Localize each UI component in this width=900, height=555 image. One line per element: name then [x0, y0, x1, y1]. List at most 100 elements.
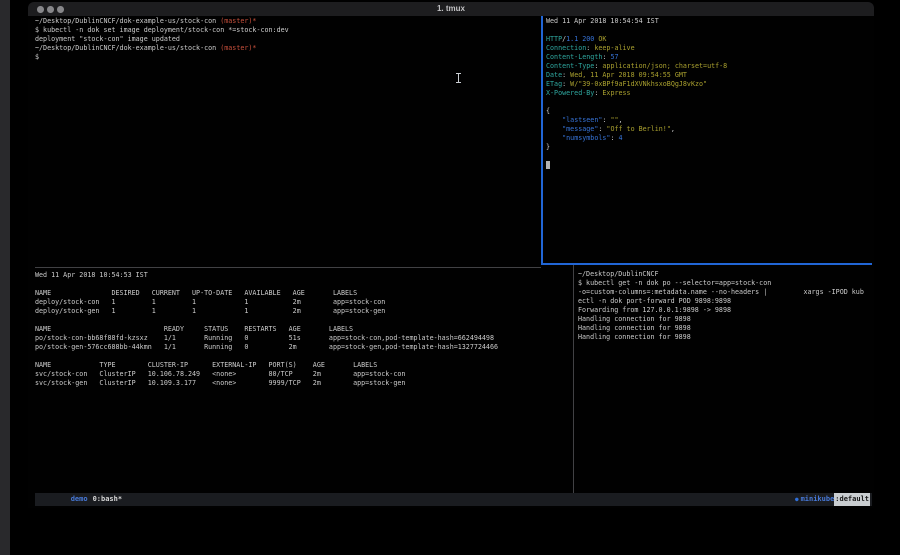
terminal-line: -o=custom-columns=:metadata.name --no-he…: [578, 288, 872, 297]
terminal-line: "message": "Off to Berlin!",: [546, 125, 872, 134]
terminal-line: Wed 11 Apr 2018 10:54:54 IST: [546, 17, 872, 26]
terminal-text: ectl -n dok port-forward POD 9898:9898: [578, 297, 731, 305]
terminal-text: Handling connection for 9898: [578, 333, 691, 341]
terminal-line: ectl -n dok port-forward POD 9898:9898: [578, 297, 872, 306]
terminal-line: $ kubectl -n dok set image deployment/st…: [35, 26, 541, 35]
terminal-text: po/stock-gen-576cc688bb-44kmn 1/1 Runnin…: [35, 343, 498, 351]
status-right: ● minikube :default: [795, 493, 872, 506]
pane-bottom-left-kubectl-watch[interactable]: Wed 11 Apr 2018 10:54:53 IST NAME DESIRED…: [35, 271, 573, 491]
terminal-line: deployment "stock-con" image updated: [35, 35, 541, 44]
terminal-text: -o=custom-columns=:metadata.name --no-he…: [578, 288, 864, 296]
screen: 1. tmux ~/Desktop/DublinCNCF/dok-example…: [0, 0, 900, 555]
terminal-text: keep-alive: [594, 44, 634, 52]
block-cursor: [546, 161, 550, 169]
terminal-line: svc/stock-gen ClusterIP 10.109.3.177 <no…: [35, 379, 573, 388]
terminal-line: NAME DESIRED CURRENT UP-TO-DATE AVAILABL…: [35, 289, 573, 298]
terminal-text: Wed 11 Apr 2018 10:54:53 IST: [35, 271, 148, 279]
terminal-line: {: [546, 107, 872, 116]
window-titlebar[interactable]: 1. tmux: [28, 2, 874, 16]
terminal-line: HTTP/1.1 200 OK: [546, 35, 872, 44]
terminal-text: Content-Length: [546, 53, 602, 61]
terminal-text: Wed 11 Apr 2018 10:54:54 IST: [546, 17, 659, 25]
window-tab-bash[interactable]: 0:bash*: [93, 495, 123, 503]
terminal-line: ~/Desktop/DublinCNCF/dok-example-us/stoc…: [35, 44, 541, 53]
terminal-line: Handling connection for 9898: [578, 324, 872, 333]
terminal-text: svc/stock-gen ClusterIP 10.109.3.177 <no…: [35, 379, 405, 387]
terminal-text: Connection: [546, 44, 586, 52]
terminal-text: deploy/stock-gen 1 1 1 1 2m app=stock-ge…: [35, 307, 385, 315]
terminal-line: [35, 352, 573, 361]
terminal-line: Connection: keep-alive: [546, 44, 872, 53]
terminal-line: $ kubectl get -n dok po --selector=app=s…: [578, 279, 872, 288]
terminal-line: Forwarding from 127.0.0.1:9898 -> 9898: [578, 306, 872, 315]
terminal-line: [546, 152, 872, 161]
terminal-text: po/stock-con-bb68f88fd-kzsxz 1/1 Running…: [35, 334, 494, 342]
terminal-line: po/stock-gen-576cc688bb-44kmn 1/1 Runnin…: [35, 343, 573, 352]
tmux-status-bar: demo0:bash* ● minikube :default: [35, 493, 872, 506]
terminal-text: ~/Desktop/DublinCNCF/dok-example-us/stoc…: [35, 17, 220, 25]
terminal-text: ~/Desktop/DublinCNCF: [578, 270, 659, 278]
terminal-text: W/"39-0xBPf9aF1dXVNkhsxoBQgJ8vKzo": [570, 80, 707, 88]
terminal-text: [546, 125, 562, 133]
terminal-text: "message": [562, 125, 598, 133]
terminal-line: [546, 98, 872, 107]
terminal-line: deploy/stock-gen 1 1 1 1 2m app=stock-ge…: [35, 307, 573, 316]
terminal-line: deploy/stock-con 1 1 1 1 2m app=stock-co…: [35, 298, 573, 307]
terminal-text: }: [546, 143, 550, 151]
terminal-text: "": [610, 116, 618, 124]
terminal-text: Wed, 11 Apr 2018 09:54:55 GMT: [570, 71, 687, 79]
terminal-line: "lastseen": "",: [546, 116, 872, 125]
terminal-text: ETag: [546, 80, 562, 88]
terminal-line: ETag: W/"39-0xBPf9aF1dXVNkhsxoBQgJ8vKzo": [546, 80, 872, 89]
terminal-text: (master)*: [220, 17, 256, 25]
terminal-line: ~/Desktop/DublinCNCF: [578, 270, 872, 279]
pane-divider-horizontal-left[interactable]: [35, 267, 541, 268]
terminal-text: NAME TYPE CLUSTER-IP EXTERNAL-IP PORT(S)…: [35, 361, 377, 369]
terminal-text: $ kubectl -n dok set image deployment/st…: [35, 26, 289, 34]
terminal-line: X-Powered-By: Express: [546, 89, 872, 98]
terminal-text: NAME DESIRED CURRENT UP-TO-DATE AVAILABL…: [35, 289, 357, 297]
pane-bottom-right-port-forward[interactable]: ~/Desktop/DublinCNCF$ kubectl get -n dok…: [578, 270, 872, 491]
terminal-text: $ kubectl get -n dok po --selector=app=s…: [578, 279, 771, 287]
terminal-text: deploy/stock-con 1 1 1 1 2m app=stock-co…: [35, 298, 385, 306]
terminal-text: ~/Desktop/DublinCNCF/dok-example-us/stoc…: [35, 44, 220, 52]
terminal-text: HTTP: [546, 35, 562, 43]
pane-divider-vertical-bottom[interactable]: [573, 265, 574, 493]
terminal-line: [546, 26, 872, 35]
terminal-text: Handling connection for 9898: [578, 315, 691, 323]
terminal-line: "numsymbols": 4: [546, 134, 872, 143]
terminal-text: :: [610, 134, 618, 142]
pane-divider-horizontal-right[interactable]: [541, 263, 872, 265]
terminal-line: [35, 280, 573, 289]
window-title: 1. tmux: [28, 2, 874, 16]
terminal-line: ~/Desktop/DublinCNCF/dok-example-us/stoc…: [35, 17, 541, 26]
terminal-line: }: [546, 143, 872, 152]
terminal-text: :: [562, 71, 570, 79]
status-left: demo0:bash*: [35, 480, 122, 519]
terminal-text: X-Powered-By: [546, 89, 594, 97]
terminal-text: deployment "stock-con" image updated: [35, 35, 180, 43]
terminal-text: [546, 134, 562, 142]
terminal-text: Forwarding from 127.0.0.1:9898 -> 9898: [578, 306, 731, 314]
terminal-line: Content-Length: 57: [546, 53, 872, 62]
terminal-text: svc/stock-con ClusterIP 10.106.78.249 <n…: [35, 370, 405, 378]
pane-top-left-shell[interactable]: ~/Desktop/DublinCNCF/dok-example-us/stoc…: [35, 17, 541, 263]
terminal-line: [546, 161, 872, 170]
terminal-line: Content-Type: application/json; charset=…: [546, 62, 872, 71]
terminal-text: [546, 116, 562, 124]
terminal-text: OK: [594, 35, 606, 43]
terminal-text: $: [35, 53, 39, 61]
terminal-line: [35, 316, 573, 325]
terminal-text: Date: [546, 71, 562, 79]
kube-context: minikube: [801, 493, 835, 506]
pane-top-right-http-response[interactable]: Wed 11 Apr 2018 10:54:54 IST HTTP/1.1 200…: [546, 17, 872, 263]
terminal-text: 4: [619, 134, 623, 142]
terminal-text: :: [562, 80, 570, 88]
terminal-text: NAME READY STATUS RESTARTS AGE LABELS: [35, 325, 353, 333]
desktop-edge: [0, 0, 10, 555]
terminal-text: Express: [602, 89, 630, 97]
terminal-window: 1. tmux ~/Desktop/DublinCNCF/dok-example…: [28, 2, 874, 508]
terminal-text: 57: [610, 53, 618, 61]
pane-divider-vertical-top[interactable]: [541, 16, 543, 265]
kubernetes-helm-icon: ●: [795, 493, 799, 506]
